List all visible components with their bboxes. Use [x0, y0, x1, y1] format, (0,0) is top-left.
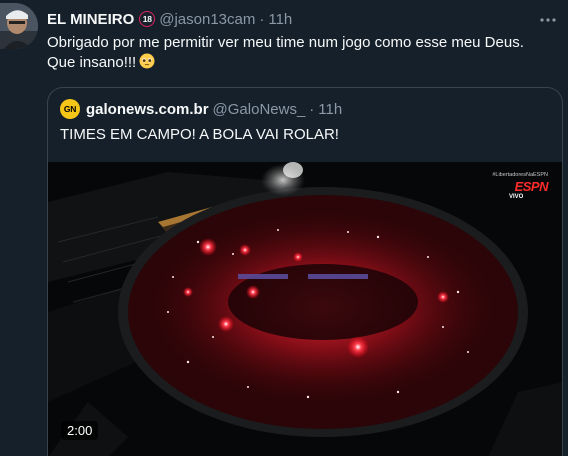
- avatar-image: [0, 3, 38, 49]
- video-duration: 2:00: [61, 421, 99, 440]
- tweet-header: EL MINEIRO 18 @jason13cam · 11h: [47, 9, 528, 29]
- quoted-avatar[interactable]: GN: [60, 99, 80, 119]
- tweet-text-line-2: Que insano!!!: [47, 54, 137, 71]
- separator-dot: ·: [309, 100, 315, 118]
- quoted-tweet-header: GN galonews.com.br @GaloNews_ · 11h: [60, 98, 342, 120]
- age-18-icon: 18: [139, 11, 156, 27]
- tweet-timestamp[interactable]: 11h: [268, 11, 292, 28]
- tweet-text: Obrigado por me permitir ver meu time nu…: [47, 33, 547, 73]
- quoted-tweet-text: TIMES EM CAMPO! A BOLA VAI ROLAR!: [60, 126, 339, 143]
- avatar[interactable]: [0, 3, 38, 49]
- tweet[interactable]: EL MINEIRO 18 @jason13cam · 11h Obrigado…: [0, 0, 568, 456]
- pleading-face-icon: [139, 53, 155, 69]
- quoted-tweet[interactable]: GN galonews.com.br @GaloNews_ · 11h TIME…: [47, 87, 563, 456]
- broadcast-hashtag: #LibertadoresNaESPN: [492, 172, 548, 178]
- separator-dot: ·: [259, 10, 265, 28]
- stadium-video-frame: [48, 162, 562, 456]
- author-handle[interactable]: @jason13cam: [159, 11, 255, 28]
- quoted-timestamp[interactable]: 11h: [318, 101, 342, 118]
- espn-logo: ESPN: [514, 179, 549, 194]
- quoted-author-name[interactable]: galonews.com.br: [86, 101, 209, 118]
- more-options-icon[interactable]: [538, 10, 558, 30]
- broadcast-overlay: #LibertadoresNaESPN ESPN VIVO: [492, 172, 548, 200]
- quoted-author-handle[interactable]: @GaloNews_: [213, 101, 306, 118]
- author-name[interactable]: EL MINEIRO: [47, 11, 134, 28]
- tweet-text-line-1: Obrigado por me permitir ver meu time nu…: [47, 34, 524, 51]
- live-label: VIVO: [509, 194, 524, 200]
- video-player[interactable]: #LibertadoresNaESPN ESPN VIVO 2:00: [48, 162, 562, 456]
